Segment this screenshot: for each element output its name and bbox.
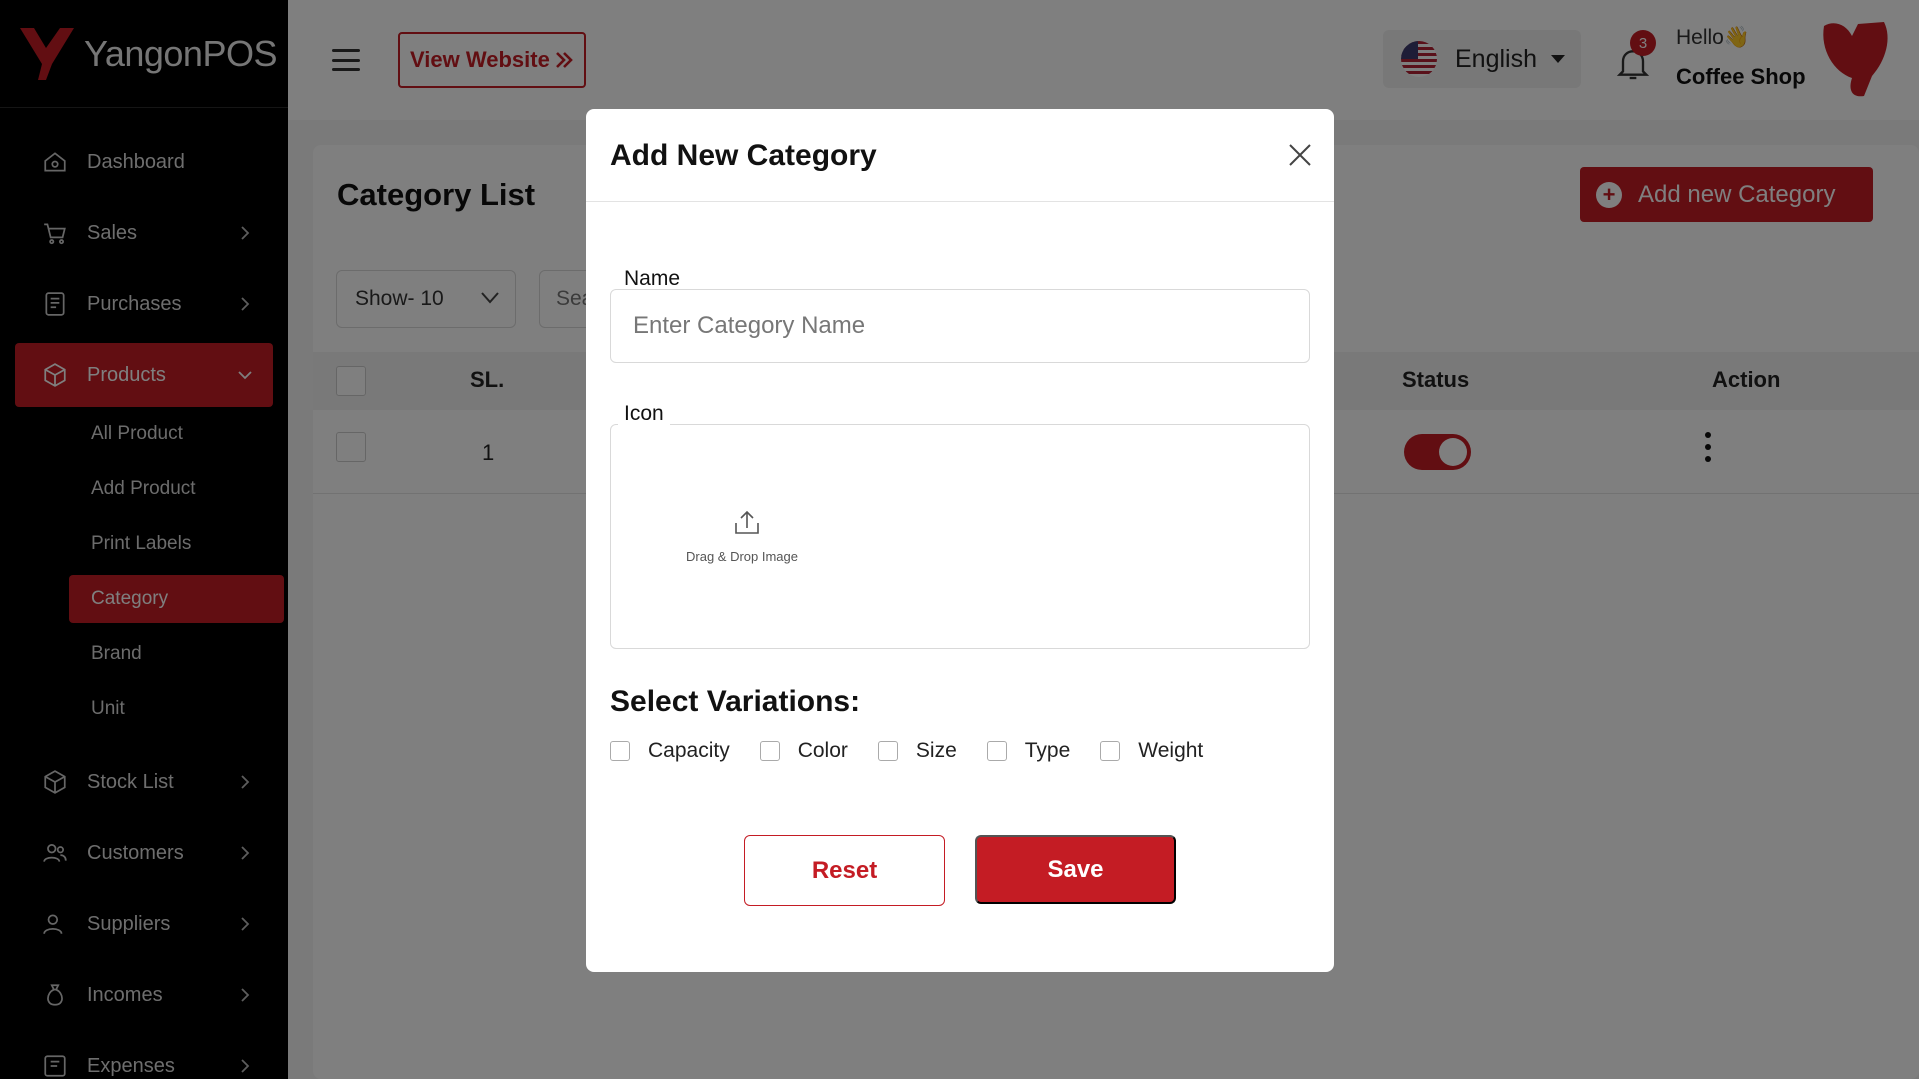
variation-option-weight[interactable]: Weight — [1100, 739, 1203, 763]
variation-label: Size — [915, 739, 957, 762]
close-icon[interactable] — [1286, 141, 1314, 169]
name-field-label: Name — [618, 267, 687, 291]
dropzone-text: Drag & Drop Image — [686, 549, 798, 564]
variation-checkbox[interactable] — [610, 741, 630, 761]
variations-options: Capacity Color Size Type Weight — [610, 739, 1233, 763]
variation-label: Capacity — [648, 739, 730, 762]
add-category-modal: Add New Category Name Drag & Drop Image … — [586, 109, 1334, 972]
variation-label: Weight — [1138, 739, 1204, 762]
icon-field-label: Icon — [618, 402, 670, 426]
variation-option-capacity[interactable]: Capacity — [610, 739, 730, 763]
upload-icon — [735, 510, 759, 534]
variation-option-color[interactable]: Color — [759, 739, 848, 763]
modal-title: Add New Category — [610, 139, 877, 172]
icon-dropzone[interactable]: Drag & Drop Image — [610, 424, 1310, 649]
variation-checkbox[interactable] — [1100, 741, 1121, 761]
variation-option-type[interactable]: Type — [986, 739, 1071, 763]
category-name-input[interactable] — [610, 289, 1310, 363]
reset-button[interactable]: Reset — [744, 835, 945, 906]
variation-label: Type — [1024, 739, 1071, 762]
variation-checkbox[interactable] — [759, 741, 780, 761]
variations-title: Select Variations: — [610, 685, 861, 718]
modal-header: Add New Category — [586, 109, 1334, 202]
variation-checkbox[interactable] — [877, 741, 898, 761]
variation-option-size[interactable]: Size — [877, 739, 957, 763]
variation-checkbox[interactable] — [986, 741, 1007, 761]
variation-label: Color — [797, 739, 848, 762]
save-button[interactable]: Save — [975, 835, 1176, 904]
